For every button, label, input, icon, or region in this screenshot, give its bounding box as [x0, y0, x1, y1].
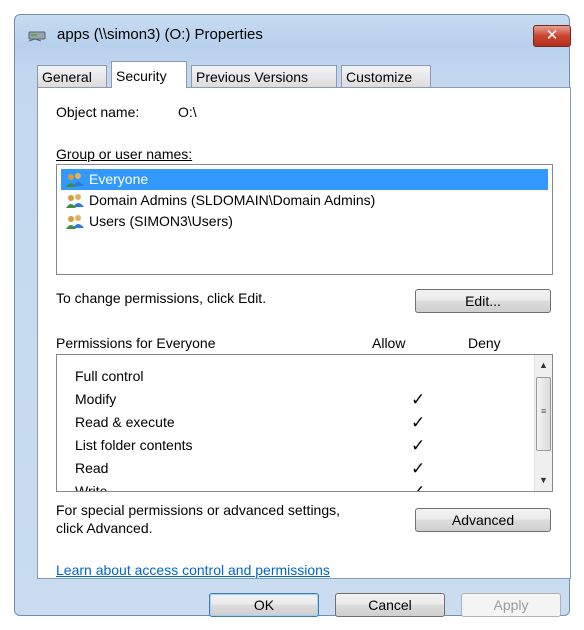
allow-column-header: Allow [372, 335, 406, 351]
permission-name: Read & execute [75, 414, 175, 430]
allow-check-icon: ✓ [411, 436, 426, 455]
scroll-thumb[interactable]: ≡ [536, 377, 551, 451]
permission-row-read-execute: Read & execute ✓ [75, 411, 535, 434]
security-panel: Object name: O:\ Group or user names: Ev… [37, 87, 571, 579]
scroll-up-arrow-icon[interactable]: ▲ [535, 357, 552, 374]
list-item-domain-admins[interactable]: Domain Admins (SLDOMAIN\Domain Admins) [61, 190, 548, 211]
advanced-button[interactable]: Advanced [415, 508, 551, 532]
special-permissions-text-line2: click Advanced. [56, 520, 153, 536]
properties-window: apps (\\simon3) (O:) Properties ✕ Genera… [14, 14, 571, 617]
object-name-value: O:\ [178, 104, 197, 120]
allow-check-icon: ✓ [411, 459, 426, 478]
deny-column-header: Deny [468, 335, 501, 351]
object-name-label: Object name: [56, 104, 140, 120]
permission-name: List folder contents [75, 437, 193, 453]
permission-row-write: Write ✓ [75, 480, 535, 492]
allow-check-icon: ✓ [411, 482, 426, 492]
change-permissions-text: To change permissions, click Edit. [56, 290, 267, 306]
edit-button[interactable]: Edit... [415, 289, 551, 313]
cancel-button[interactable]: Cancel [335, 593, 445, 617]
user-label: Everyone [89, 171, 149, 187]
group-or-user-names-label: Group or user names: [56, 146, 193, 162]
user-list[interactable]: Everyone Domain Admins (SLDOMAIN\Domain … [56, 164, 553, 275]
permission-row-read: Read ✓ [75, 457, 535, 480]
permissions-scrollbar[interactable]: ▲ ≡ ▼ [534, 355, 552, 491]
tab-previous-versions[interactable]: Previous Versions [191, 65, 337, 87]
users-icon [66, 173, 84, 187]
network-drive-icon [28, 31, 46, 42]
list-item-users[interactable]: Users (SIMON3\Users) [61, 211, 548, 232]
users-icon [66, 194, 84, 208]
tab-security[interactable]: Security [111, 61, 187, 88]
learn-access-control-link[interactable]: Learn about access control and permissio… [56, 562, 330, 578]
tab-general[interactable]: General [37, 65, 107, 87]
close-button[interactable]: ✕ [533, 25, 571, 47]
permission-name: Modify [75, 391, 117, 407]
allow-check-icon: ✓ [411, 413, 426, 432]
special-permissions-text-line1: For special permissions or advanced sett… [56, 502, 341, 518]
apply-button[interactable]: Apply [461, 593, 561, 617]
permission-row-full-control: Full control [75, 365, 535, 388]
permission-name: Write [75, 483, 108, 492]
permission-name: Read [75, 460, 109, 476]
permissions-for-label: Permissions for Everyone [56, 335, 216, 351]
users-icon [66, 215, 84, 229]
ok-button[interactable]: OK [209, 593, 319, 617]
permissions-list[interactable]: Full control Modify ✓ Read & execute ✓ L… [56, 354, 553, 492]
permission-row-list-folder-contents: List folder contents ✓ [75, 434, 535, 457]
permission-name: Full control [75, 368, 144, 384]
scroll-down-arrow-icon[interactable]: ▼ [535, 472, 552, 489]
list-item-everyone[interactable]: Everyone [61, 169, 548, 190]
user-label: Domain Admins (SLDOMAIN\Domain Admins) [89, 192, 376, 208]
permission-row-modify: Modify ✓ [75, 388, 535, 411]
allow-check-icon: ✓ [411, 390, 426, 409]
grip-icon: ≡ [541, 406, 547, 416]
user-label: Users (SIMON3\Users) [89, 213, 233, 229]
tab-customize[interactable]: Customize [341, 65, 431, 87]
title-bar[interactable]: apps (\\simon3) (O:) Properties ✕ [15, 15, 571, 51]
window-title: apps (\\simon3) (O:) Properties [57, 26, 263, 43]
